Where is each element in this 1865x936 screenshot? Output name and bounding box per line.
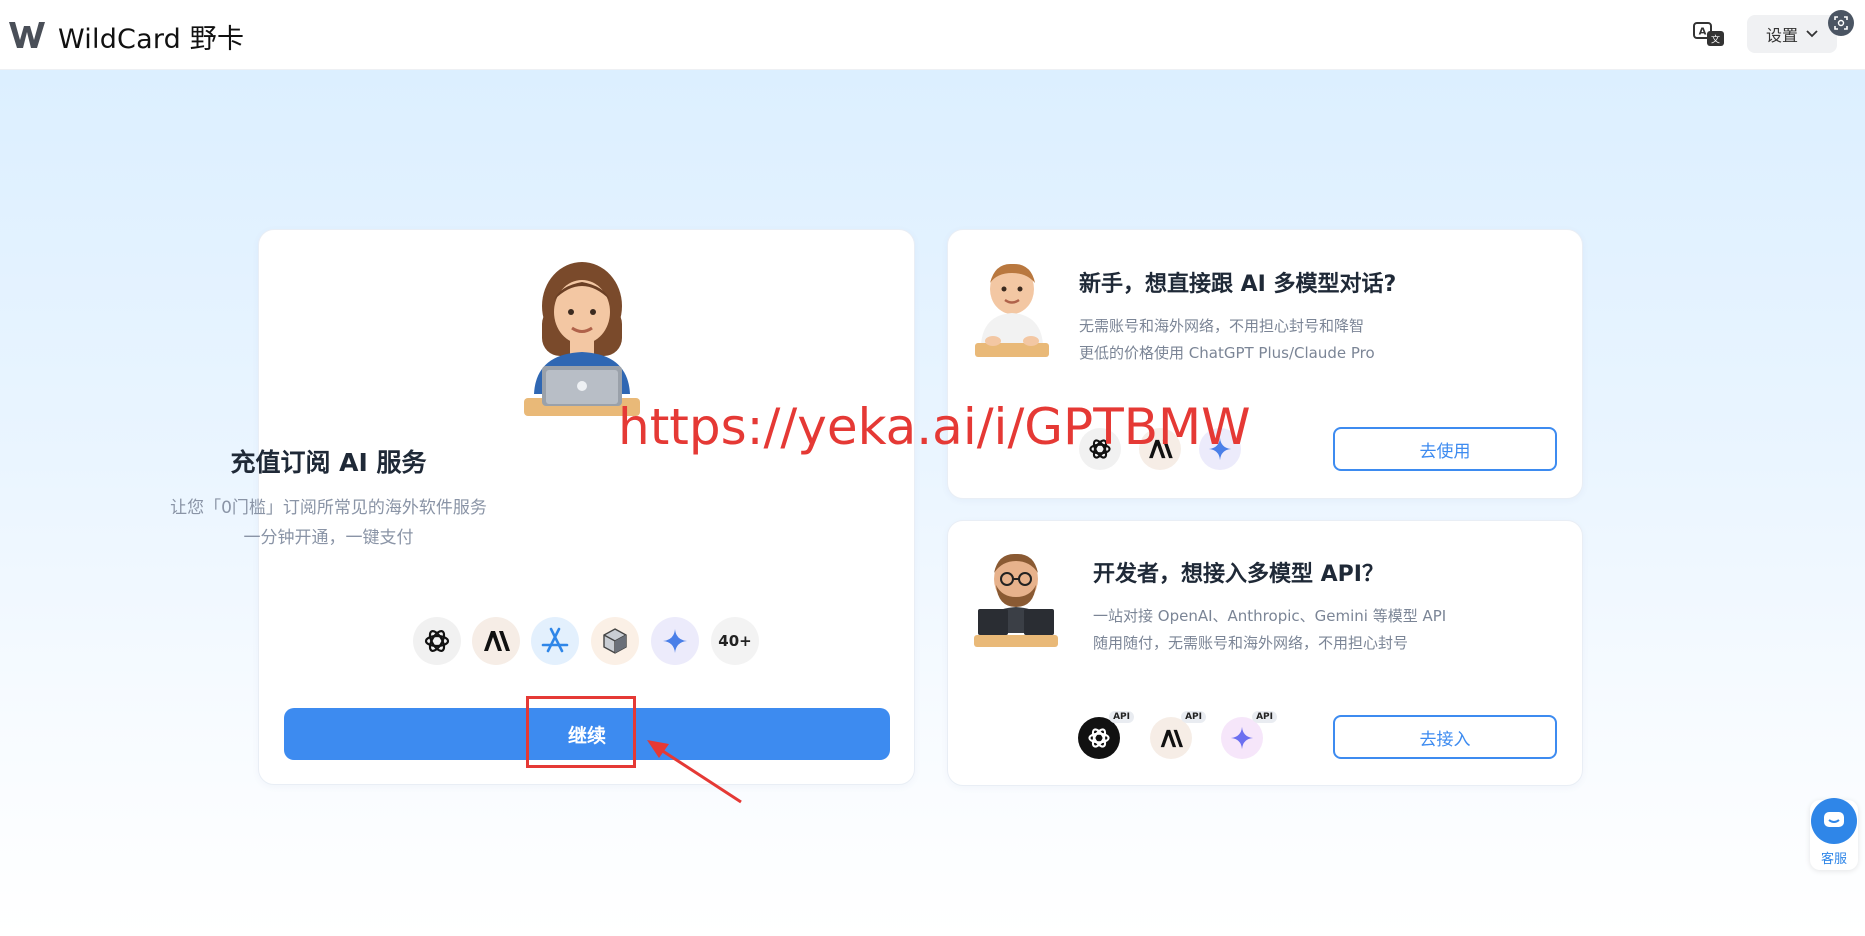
annotation-highlight-box [526,696,636,768]
developer-desc-2: 随用随付，无需账号和海外网络，不用担心封号 [1093,634,1409,652]
anthropic-api-icon: API [1150,711,1206,759]
developer-desc-1: 一站对接 OpenAI、Anthropic、Gemini 等模型 API [1093,607,1447,625]
anthropic-icon [472,617,520,665]
translate-icon[interactable]: A 文 [1692,20,1726,50]
openai-icon [413,617,461,665]
developer-illustration [974,553,1058,647]
recharge-subtitle-2: 一分钟开通，一键支付 [243,528,414,548]
gemini-icon [651,617,699,665]
recharge-subtitle-1: 让您「0门槛」订阅所常见的海外软件服务 [170,498,487,518]
chevron-down-icon [1806,30,1818,38]
svg-text:文: 文 [1711,34,1720,46]
settings-label: 设置 [1765,26,1798,45]
more-services-badge: 40+ [711,617,759,665]
chat-icon [1811,798,1857,844]
beginner-title: 新手，想直接跟 AI 多模型对话? [1079,272,1397,297]
go-use-button[interactable]: 去使用 [1333,427,1557,471]
top-bar: WildCard 野卡 A 文 设置 [0,0,1865,70]
annotation-arrow [647,740,742,804]
screen-capture-icon[interactable] [1828,10,1854,36]
man-at-desk-illustration [975,263,1049,357]
support-label: 客服 [1820,852,1847,867]
beginner-desc-2: 更低的价格使用 ChatGPT Plus/Claude Pro [1079,344,1375,362]
box-icon [591,617,639,665]
svg-text:A: A [1699,27,1707,38]
api-tag: API [1109,711,1134,723]
api-tag: API [1252,711,1277,723]
developer-title: 开发者，想接入多模型 API？ [1093,562,1384,587]
beginner-desc-1: 无需账号和海外网络，不用担心封号和降智 [1079,317,1365,335]
settings-dropdown[interactable]: 设置 [1747,15,1837,53]
go-integrate-button[interactable]: 去接入 [1333,715,1557,759]
openai-api-icon: API [1078,711,1134,759]
wildcard-logo-icon[interactable] [8,18,46,52]
woman-laptop-illustration [524,262,640,416]
customer-support-widget[interactable]: 客服 [1810,798,1858,870]
watermark-url: https://yeka.ai/i/GPTBMW [618,398,1251,456]
gemini-api-icon: API [1221,711,1277,759]
api-tag: API [1181,711,1206,723]
app-store-icon [531,617,579,665]
brand-name[interactable]: WildCard 野卡 [58,17,244,56]
recharge-title: 充值订阅 AI 服务 [230,448,427,477]
